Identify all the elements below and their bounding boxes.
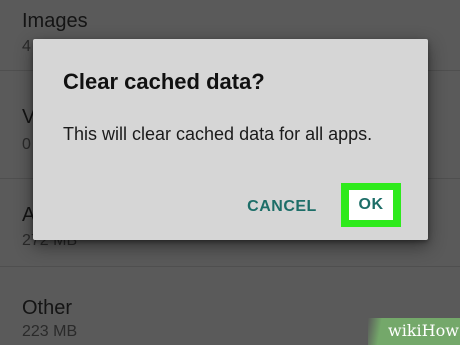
list-item-title: Other [22,297,73,319]
list-item-subtitle: 223 MB [22,323,78,340]
list-item-title: Images [22,10,88,32]
list-item-subtitle: 0 [22,136,31,153]
ok-button[interactable]: OK [349,190,393,220]
cancel-button[interactable]: CANCEL [237,189,327,225]
dialog-message: This will clear cached data for all apps… [63,124,373,144]
clear-cache-dialog: Clear cached data? This will clear cache… [33,39,428,240]
wikihow-watermark: wikiHow [368,318,460,345]
list-divider [0,266,460,267]
list-item-subtitle: 4 [22,38,31,55]
dialog-title: Clear cached data? [63,69,265,94]
watermark-text: wikiHow [388,321,459,340]
